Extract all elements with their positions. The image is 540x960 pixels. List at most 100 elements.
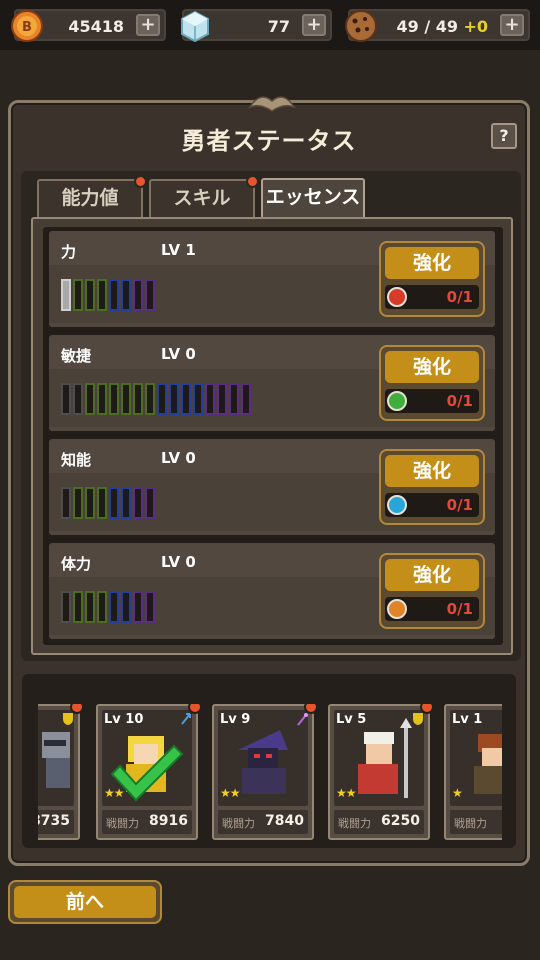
enhance-label: 強化 — [385, 455, 479, 487]
gauge-segment — [85, 279, 95, 311]
green-essence-icon — [387, 391, 407, 411]
gauge-segment — [133, 279, 143, 311]
gauge-segment — [121, 279, 131, 311]
gauge-segment — [169, 383, 179, 415]
stamina-bonus: +0 — [463, 17, 488, 36]
add-stamina-button[interactable]: + — [500, 14, 524, 36]
enhance-label: 強化 — [385, 247, 479, 279]
gauge-segment — [109, 383, 119, 415]
gauge-segment — [121, 591, 131, 623]
help-button[interactable]: ? — [491, 123, 517, 149]
gauge-segment — [145, 591, 155, 623]
stamina-counter: 49 / 49 +0 + — [345, 9, 530, 42]
hero-card[interactable]: Lv 1 ★ 戦闘力 4 — [444, 704, 502, 840]
enhance-cost: 0/1 — [385, 285, 479, 309]
hero-power-value: 8916 — [149, 813, 188, 829]
coin-counter: B 45418 + — [11, 9, 166, 42]
gauge-segment — [85, 591, 95, 623]
crystal-value: 77 — [267, 17, 290, 36]
enhance-button-agility[interactable]: 強化 0/1 — [379, 345, 485, 421]
stat-row-vitality: 体力 LV 0 強化 0/1 — [49, 543, 495, 639]
tab-label: スキル — [173, 187, 231, 209]
coin-value: 45418 — [68, 17, 124, 36]
hero-power-value: 6250 — [381, 813, 420, 829]
add-coin-button[interactable]: + — [136, 14, 160, 36]
hero-card[interactable]: Lv 9 ★★ 戦闘力 7840 — [212, 704, 318, 840]
coin-icon: B — [11, 10, 43, 42]
cost-value: 0/1 — [446, 288, 473, 306]
notification-dot — [188, 704, 202, 714]
gauge-segment — [121, 487, 131, 519]
gauge-segment — [85, 487, 95, 519]
blue-essence-icon — [387, 495, 407, 515]
cost-value: 0/1 — [446, 392, 473, 410]
cost-value: 0/1 — [446, 600, 473, 618]
hero-card[interactable]: Lv 5 ★★ 戦闘力 6250 — [328, 704, 434, 840]
essence-gauge — [61, 487, 155, 519]
gauge-segment — [121, 383, 131, 415]
enhance-cost: 0/1 — [385, 389, 479, 413]
tab-skill[interactable]: スキル — [149, 175, 259, 217]
gauge-segment — [73, 591, 83, 623]
tab-label: 能力値 — [61, 187, 119, 209]
tab-ability[interactable]: 能力値 — [37, 175, 147, 217]
stat-row-agility: 敏捷 LV 0 強化 0/1 — [49, 335, 495, 431]
cookie-icon — [345, 10, 377, 42]
enhance-label: 強化 — [385, 351, 479, 383]
hero-level: Lv 5 — [336, 712, 367, 727]
notification-dot — [304, 704, 318, 714]
gauge-segment — [109, 591, 119, 623]
hero-card-selected[interactable]: Lv 10 ★★ 戦闘力 8916 — [96, 704, 202, 840]
stat-level: LV 1 — [161, 241, 196, 259]
stat-level: LV 0 — [161, 345, 196, 363]
stat-level: LV 0 — [161, 449, 196, 467]
gauge-segment — [61, 487, 71, 519]
gauge-segment — [73, 383, 83, 415]
tab-essence[interactable]: エッセンス — [261, 178, 365, 218]
gauge-segment — [97, 383, 107, 415]
stat-name: 知能 — [61, 451, 92, 469]
crystal-counter: 77 + — [181, 9, 332, 43]
gauge-segment — [61, 591, 71, 623]
hero-power-value: 7840 — [265, 813, 304, 829]
notification-dot — [246, 175, 259, 188]
prev-button[interactable]: 前へ — [8, 880, 162, 924]
stat-name: 敏捷 — [61, 347, 92, 365]
gauge-segment — [97, 487, 107, 519]
bow-badge-icon — [181, 713, 191, 725]
stat-name: 力 — [61, 243, 77, 261]
gauge-segment — [205, 383, 215, 415]
prev-button-label: 前へ — [14, 886, 156, 918]
gauge-segment — [133, 487, 143, 519]
power-label: 戦闘力 — [106, 817, 139, 830]
gauge-segment — [145, 279, 155, 311]
hero-power: 戦闘力 7840 — [218, 810, 308, 834]
gauge-segment — [157, 383, 167, 415]
shield-badge-icon — [413, 713, 423, 725]
gauge-segment — [241, 383, 251, 415]
notification-dot — [420, 704, 434, 714]
gauge-segment — [97, 279, 107, 311]
shield-badge-icon — [63, 713, 73, 725]
gauge-segment — [145, 487, 155, 519]
enhance-button-strength[interactable]: 強化 0/1 — [379, 241, 485, 317]
cost-value: 0/1 — [446, 496, 473, 514]
enhance-button-intellect[interactable]: 強化 0/1 — [379, 449, 485, 525]
gauge-segment — [73, 279, 83, 311]
power-label: 戦闘力 — [222, 817, 255, 830]
stamina-value: 49 / 49 — [396, 17, 458, 36]
hero-power: 戦闘力 6250 — [334, 810, 424, 834]
add-crystal-button[interactable]: + — [302, 14, 326, 36]
essence-gauge — [61, 383, 251, 415]
gauge-segment — [217, 383, 227, 415]
hero-power: 8735 — [38, 810, 74, 834]
hero-stars: ★★ — [336, 786, 356, 800]
gauge-segment — [193, 383, 203, 415]
hero-card[interactable]: ★ 8735 — [38, 704, 84, 840]
hero-stars: ★★ — [220, 786, 240, 800]
essence-gauge — [61, 591, 155, 623]
gauge-segment — [85, 383, 95, 415]
power-label: 戦闘力 — [454, 817, 487, 830]
enhance-button-vitality[interactable]: 強化 0/1 — [379, 553, 485, 629]
gauge-segment — [133, 591, 143, 623]
